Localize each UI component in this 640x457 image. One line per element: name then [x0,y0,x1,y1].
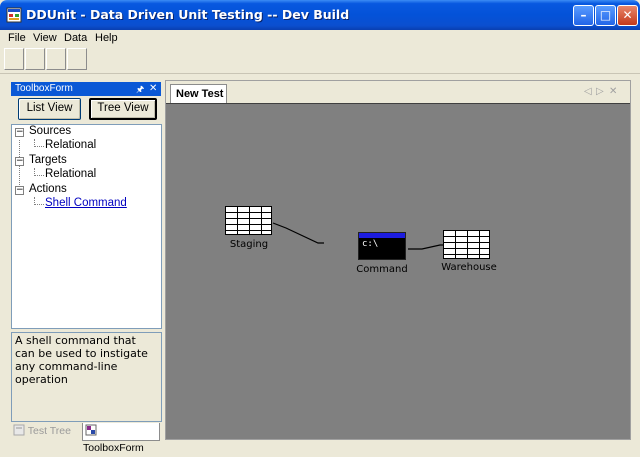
warehouse-label: Warehouse [441,262,497,273]
tree-node-sources-relational[interactable]: Relational [45,139,96,151]
tab-toolboxform-label: ToolboxForm [83,442,144,454]
tree-connector [35,146,44,147]
menu-file[interactable]: File [8,30,26,46]
test-tree-icon [13,424,25,436]
close-button[interactable]: ✕ [617,5,638,26]
toolbar-button-1[interactable] [4,48,24,70]
tree-connector [35,175,44,176]
tree-node-actions[interactable]: Actions [29,183,67,195]
tree-connector [35,204,44,205]
close-icon[interactable]: ✕ [149,82,159,96]
toolbox-panel: ToolboxForm 🖈︎ ✕ List View Tree View − S… [9,80,163,454]
toolbar-button-4[interactable] [67,48,87,70]
tab-new-test[interactable]: New Test [170,84,227,103]
menu-bar: File View Data Help [0,30,640,46]
tree-node-targets[interactable]: Targets [29,154,67,166]
toolbox-header: ToolboxForm 🖈︎ ✕ [11,82,161,96]
description-box: A shell command that can be used to inst… [11,332,162,422]
tree-collapse-toggle[interactable]: − [15,128,24,137]
list-view-button[interactable]: List View [18,98,81,120]
title-bar[interactable]: DDUnit - Data Driven Unit Testing -- Dev… [0,0,640,30]
document-area: New Test ◁ ▷ ✕ Staging c:\ Command Wareh… [165,80,631,440]
scroll-left-icon[interactable]: ◁ [584,86,592,97]
staging-node[interactable] [225,206,273,236]
pin-icon[interactable]: 🖈︎ [136,82,146,96]
staging-label: Staging [229,239,269,250]
menu-help[interactable]: Help [95,30,118,46]
scroll-right-icon[interactable]: ▷ [596,86,604,97]
toolbar-button-2[interactable] [25,48,45,70]
tab-toolboxform[interactable]: ToolboxForm [82,423,160,454]
toolbox-tree[interactable]: − Sources Relational − Targets Relationa… [11,124,162,329]
menu-data[interactable]: Data [64,30,87,46]
tree-node-sources[interactable]: Sources [29,125,71,137]
tree-collapse-toggle[interactable]: − [15,157,24,166]
menu-view[interactable]: View [33,30,57,46]
toolbar [0,46,640,74]
warehouse-node[interactable] [443,230,491,260]
toolbox-title: ToolboxForm [15,83,73,94]
tree-view-button[interactable]: Tree View [89,98,157,120]
tree-node-shell-command[interactable]: Shell Command [45,197,127,209]
console-titlebar [359,233,405,238]
connector-command-warehouse [408,244,444,250]
design-canvas[interactable]: Staging c:\ Command Warehouse [166,103,630,439]
tab-test-tree-label: Test Tree [27,425,71,437]
connector-staging-command [272,222,324,244]
toolbar-button-3[interactable] [46,48,66,70]
command-label: Command [356,264,408,275]
minimize-button[interactable]: – [573,5,594,26]
tree-node-targets-relational[interactable]: Relational [45,168,96,180]
maximize-button[interactable]: □ [595,5,616,26]
tab-test-tree[interactable]: Test Tree [13,423,81,441]
close-tab-icon[interactable]: ✕ [609,86,617,97]
command-node[interactable]: c:\ [358,232,406,260]
toolbox-icon [85,424,97,436]
app-icon [6,7,22,23]
console-prompt: c:\ [362,239,379,249]
tree-collapse-toggle[interactable]: − [15,186,24,195]
window-title: DDUnit - Data Driven Unit Testing -- Dev… [26,7,350,22]
